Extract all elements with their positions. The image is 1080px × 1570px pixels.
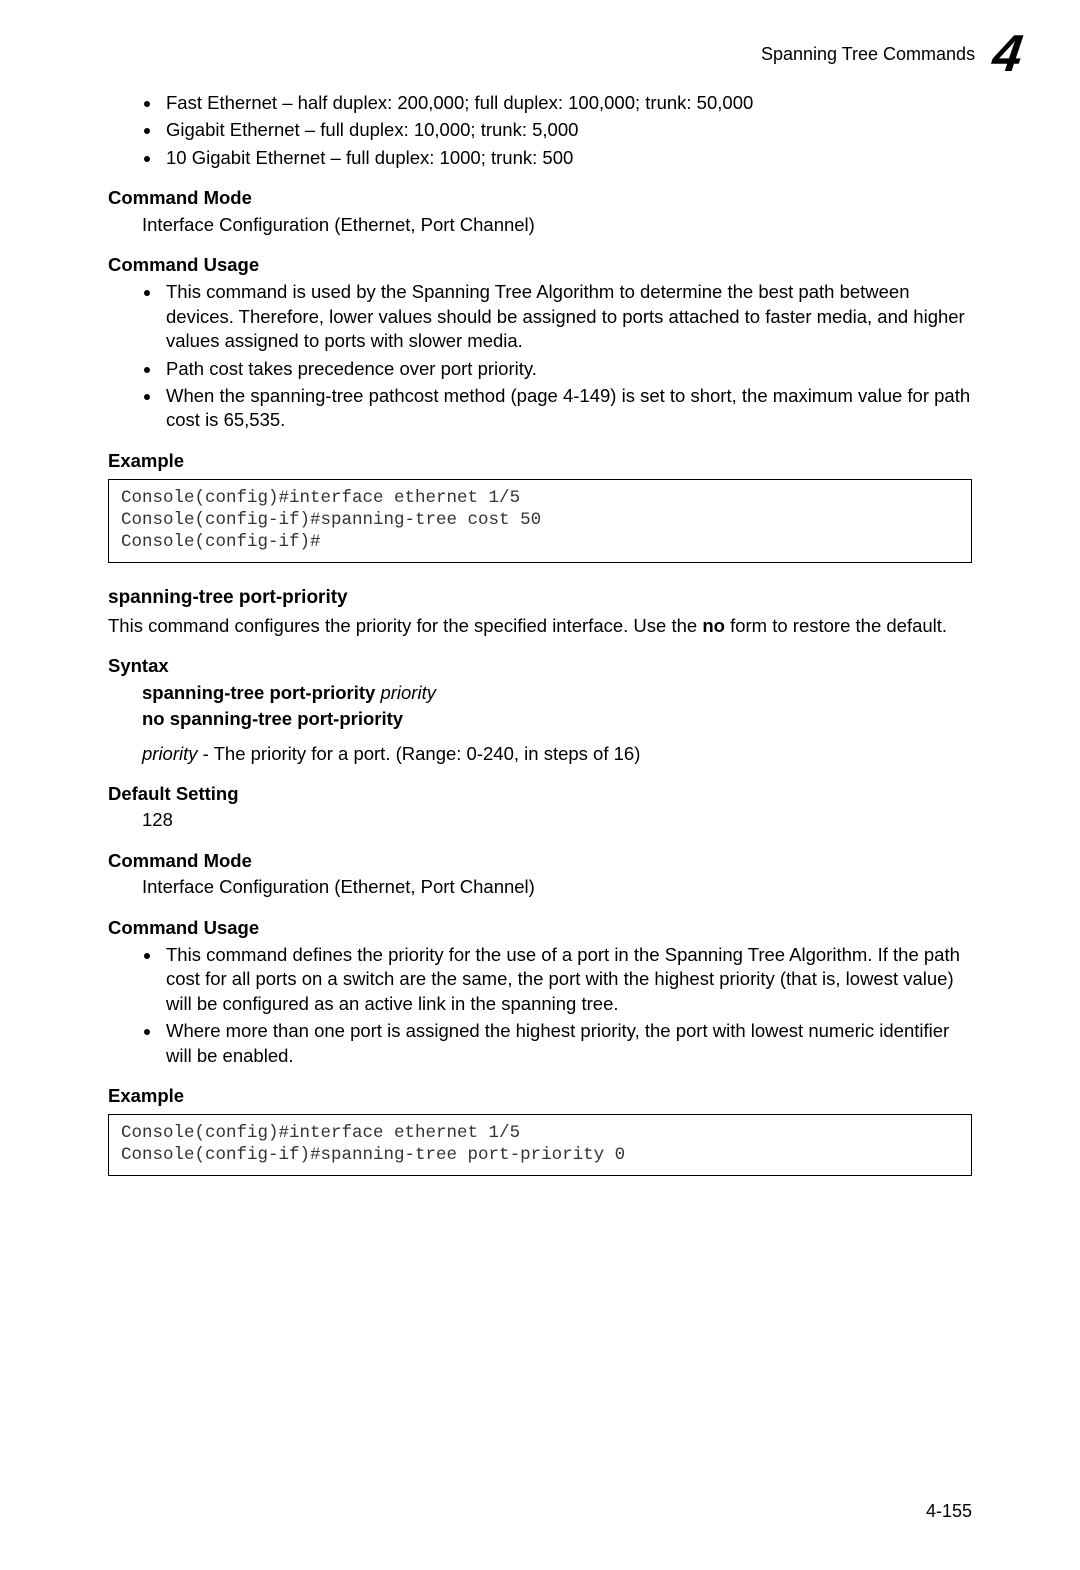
- syntax-line-no: no spanning-tree port-priority: [142, 707, 972, 731]
- command-mode-text: Interface Configuration (Ethernet, Port …: [108, 875, 972, 899]
- priority-description: priority - The priority for a port. (Ran…: [108, 742, 972, 766]
- heading-command-mode: Command Mode: [108, 186, 972, 210]
- list-item: Path cost takes precedence over port pri…: [162, 357, 972, 381]
- command-title: spanning-tree port-priority: [108, 585, 972, 610]
- syntax-arg: priority: [380, 682, 436, 703]
- syntax-block: spanning-tree port-priority priority no …: [108, 681, 972, 732]
- running-title: Spanning Tree Commands: [761, 43, 975, 67]
- command-intro: This command configures the priority for…: [108, 614, 972, 638]
- chapter-number: 4: [990, 34, 1023, 76]
- list-item: This command is used by the Spanning Tre…: [162, 280, 972, 353]
- intro-pre: This command configures the priority for…: [108, 615, 702, 636]
- intro-bold: no: [702, 615, 725, 636]
- command-mode-text: Interface Configuration (Ethernet, Port …: [108, 213, 972, 237]
- code-example: Console(config)#interface ethernet 1/5 C…: [108, 479, 972, 563]
- list-item: When the spanning-tree pathcost method (…: [162, 384, 972, 433]
- heading-default-setting: Default Setting: [108, 782, 972, 806]
- heading-example: Example: [108, 1084, 972, 1108]
- page-content: Fast Ethernet – half duplex: 200,000; fu…: [108, 34, 972, 1176]
- list-item: Gigabit Ethernet – full duplex: 10,000; …: [162, 118, 972, 142]
- list-item: Where more than one port is assigned the…: [162, 1019, 972, 1068]
- heading-example: Example: [108, 449, 972, 473]
- default-value: 128: [108, 808, 972, 832]
- intro-post: form to restore the default.: [725, 615, 947, 636]
- list-item: 10 Gigabit Ethernet – full duplex: 1000;…: [162, 146, 972, 170]
- page-number: 4-155: [926, 1500, 972, 1524]
- priority-term: priority: [142, 743, 198, 764]
- heading-command-mode: Command Mode: [108, 849, 972, 873]
- syntax-cmd: spanning-tree port-priority: [142, 682, 375, 703]
- heading-syntax: Syntax: [108, 654, 972, 678]
- page-header: Spanning Tree Commands 4: [761, 34, 1020, 76]
- heading-command-usage: Command Usage: [108, 916, 972, 940]
- heading-command-usage: Command Usage: [108, 253, 972, 277]
- usage-bullet-list: This command is used by the Spanning Tre…: [108, 280, 972, 432]
- code-example: Console(config)#interface ethernet 1/5 C…: [108, 1114, 972, 1176]
- list-item: This command defines the priority for th…: [162, 943, 972, 1016]
- usage-bullet-list: This command defines the priority for th…: [108, 943, 972, 1068]
- top-bullet-list: Fast Ethernet – half duplex: 200,000; fu…: [108, 91, 972, 170]
- priority-desc-text: - The priority for a port. (Range: 0-240…: [198, 743, 641, 764]
- syntax-line: spanning-tree port-priority priority: [142, 681, 972, 705]
- page: Spanning Tree Commands 4 Fast Ethernet –…: [0, 0, 1080, 1570]
- list-item: Fast Ethernet – half duplex: 200,000; fu…: [162, 91, 972, 115]
